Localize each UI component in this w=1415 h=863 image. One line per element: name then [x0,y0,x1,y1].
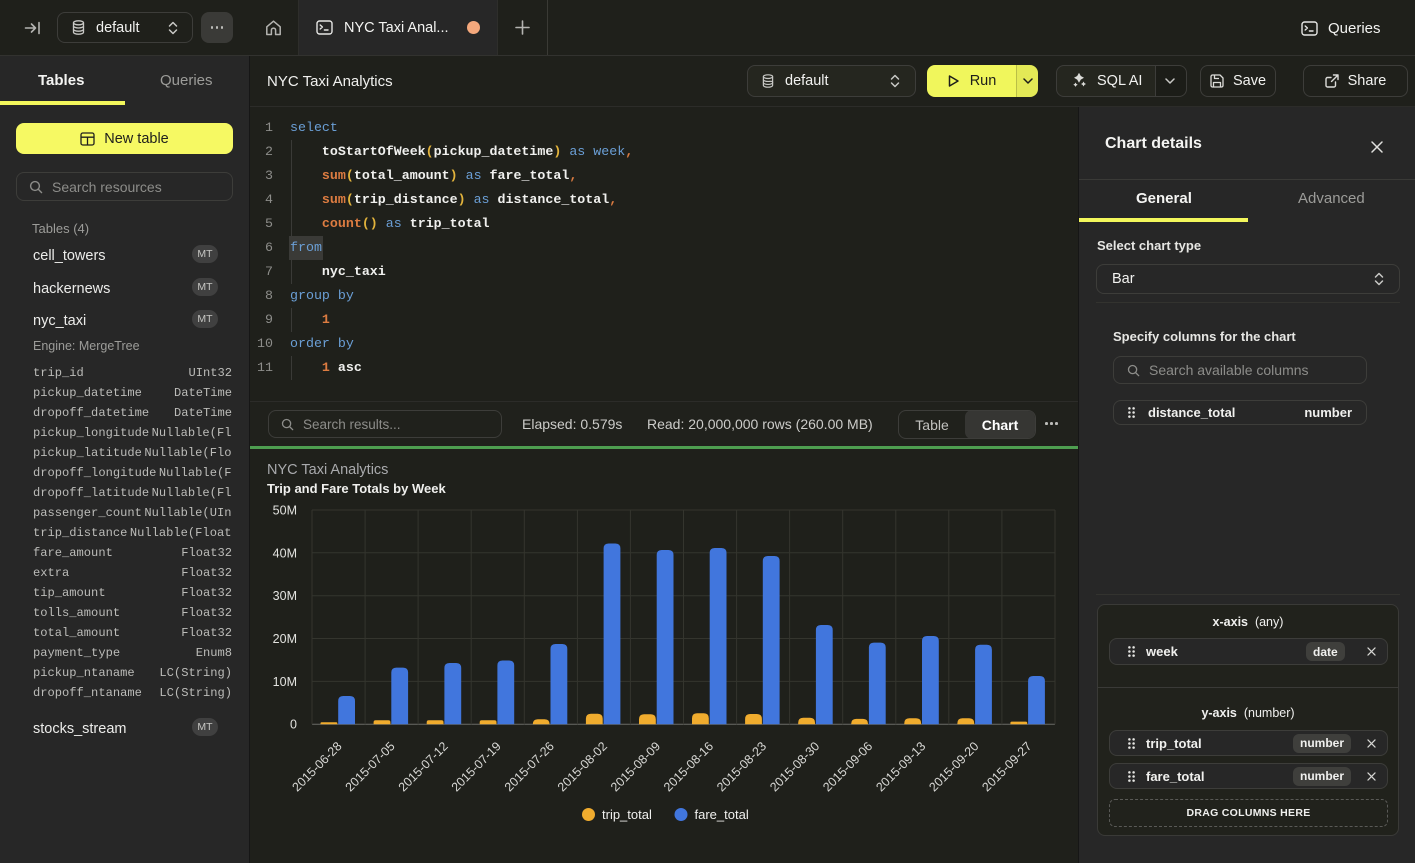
svg-text:2015-07-19: 2015-07-19 [449,739,504,794]
svg-text:2015-08-30: 2015-08-30 [767,739,822,794]
svg-text:2015-09-20: 2015-09-20 [926,739,981,794]
svg-text:40M: 40M [273,546,297,560]
svg-text:2015-07-05: 2015-07-05 [343,739,398,794]
svg-text:2015-08-16: 2015-08-16 [661,739,716,794]
svg-text:2015-09-27: 2015-09-27 [979,739,1034,794]
svg-text:2015-07-12: 2015-07-12 [396,739,451,794]
svg-text:2015-06-28: 2015-06-28 [290,739,345,794]
svg-text:2015-09-06: 2015-09-06 [820,739,875,794]
svg-text:fare_total: fare_total [695,807,749,822]
svg-text:trip_total: trip_total [602,807,652,822]
svg-text:50M: 50M [273,504,297,518]
svg-text:2015-09-13: 2015-09-13 [873,739,928,794]
svg-text:20M: 20M [273,632,297,646]
svg-text:2015-08-02: 2015-08-02 [555,739,610,794]
svg-text:0: 0 [290,718,297,732]
svg-text:2015-08-09: 2015-08-09 [608,739,663,794]
svg-text:2015-08-23: 2015-08-23 [714,739,769,794]
svg-text:2015-07-26: 2015-07-26 [502,739,557,794]
svg-text:30M: 30M [273,589,297,603]
svg-text:10M: 10M [273,675,297,689]
